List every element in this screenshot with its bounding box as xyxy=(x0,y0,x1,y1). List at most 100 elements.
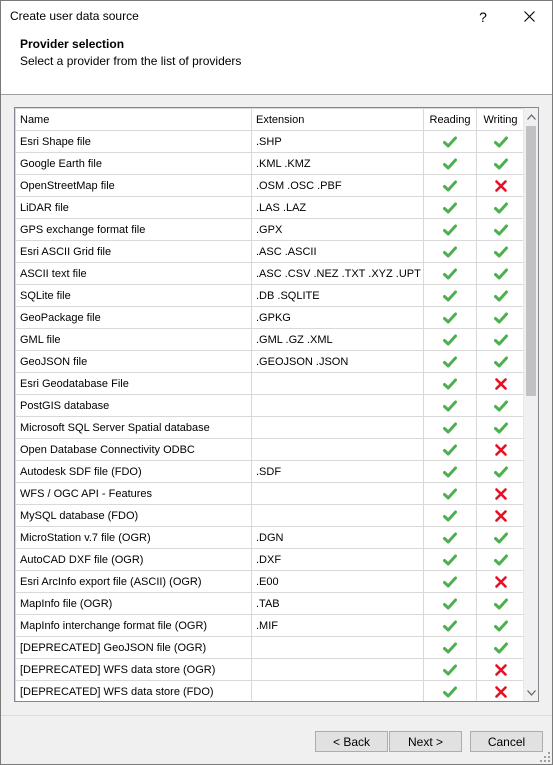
table-row[interactable]: Esri ASCII Grid file .ASC .ASCII xyxy=(15,240,525,263)
writing-check-icon xyxy=(493,619,508,632)
writing-cross-icon xyxy=(494,663,508,676)
scroll-up-arrow-icon[interactable] xyxy=(524,108,538,125)
provider-extension: .MIF xyxy=(251,614,424,637)
provider-name: PostGIS database xyxy=(15,394,252,417)
provider-name: AutoCAD DXF file (OGR) xyxy=(15,548,252,571)
table-row[interactable]: Esri Geodatabase File xyxy=(15,372,525,395)
writing-cell xyxy=(476,416,525,439)
provider-extension: .GEOJSON .JSON xyxy=(251,350,424,373)
reading-cell xyxy=(423,284,477,307)
back-button[interactable]: < Back xyxy=(315,731,388,752)
table-row[interactable]: GeoJSON file .GEOJSON .JSON xyxy=(15,350,525,373)
column-header-writing[interactable]: Writing xyxy=(476,108,525,131)
column-header-extension[interactable]: Extension xyxy=(251,108,424,131)
reading-cell xyxy=(423,350,477,373)
writing-cell xyxy=(476,482,525,505)
reading-cell xyxy=(423,680,477,701)
writing-check-icon xyxy=(493,399,508,412)
reading-check-icon xyxy=(443,465,457,478)
provider-name: ASCII text file xyxy=(15,262,252,285)
provider-name: GeoPackage file xyxy=(15,306,252,329)
reading-cell xyxy=(423,328,477,351)
writing-cell xyxy=(476,218,525,241)
writing-check-icon xyxy=(493,421,508,434)
writing-cell xyxy=(476,174,525,197)
reading-cell xyxy=(423,658,477,681)
reading-check-icon xyxy=(443,597,457,610)
table-row[interactable]: MapInfo file (OGR) .TAB xyxy=(15,592,525,615)
provider-extension xyxy=(251,394,424,417)
reading-check-icon xyxy=(443,443,457,456)
provider-name: Open Database Connectivity ODBC xyxy=(15,438,252,461)
provider-extension xyxy=(251,636,424,659)
writing-cross-icon xyxy=(494,377,508,390)
writing-cross-icon xyxy=(494,685,508,698)
table-row[interactable]: Esri Shape file .SHP xyxy=(15,130,525,153)
provider-extension: .GPKG xyxy=(251,306,424,329)
provider-extension: .GPX xyxy=(251,218,424,241)
table-row[interactable]: OpenStreetMap file .OSM .OSC .PBF xyxy=(15,174,525,197)
table-row[interactable]: GeoPackage file .GPKG xyxy=(15,306,525,329)
writing-cell xyxy=(476,130,525,153)
reading-check-icon xyxy=(443,399,457,412)
provider-extension: .GML .GZ .XML xyxy=(251,328,424,351)
footer-divider xyxy=(1,715,552,716)
reading-check-icon xyxy=(443,135,457,148)
writing-cell xyxy=(476,372,525,395)
reading-check-icon xyxy=(443,553,457,566)
writing-check-icon xyxy=(493,267,508,280)
provider-name: GML file xyxy=(15,328,252,351)
reading-cell xyxy=(423,130,477,153)
table-row[interactable]: AutoCAD DXF file (OGR) .DXF xyxy=(15,548,525,571)
next-button[interactable]: Next > xyxy=(389,731,462,752)
table-row[interactable]: LiDAR file .LAS .LAZ xyxy=(15,196,525,219)
writing-cell xyxy=(476,504,525,527)
vertical-scrollbar[interactable] xyxy=(523,108,538,701)
writing-cell xyxy=(476,592,525,615)
close-button[interactable] xyxy=(506,1,552,32)
table-row[interactable]: Open Database Connectivity ODBC xyxy=(15,438,525,461)
table-row[interactable]: WFS / OGC API - Features xyxy=(15,482,525,505)
table-row[interactable]: Esri ArcInfo export file (ASCII) (OGR) .E… xyxy=(15,570,525,593)
provider-name: SQLite file xyxy=(15,284,252,307)
column-header-reading[interactable]: Reading xyxy=(423,108,477,131)
table-row[interactable]: Microsoft SQL Server Spatial database xyxy=(15,416,525,439)
table-row[interactable]: PostGIS database xyxy=(15,394,525,417)
column-header-name[interactable]: Name xyxy=(15,108,252,131)
table-row[interactable]: Autodesk SDF file (FDO) .SDF xyxy=(15,460,525,483)
provider-grid[interactable]: Name Extension Reading Writing Esri Shap… xyxy=(14,107,539,702)
reading-check-icon xyxy=(443,179,457,192)
table-row[interactable]: [DEPRECATED] GeoJSON file (OGR) xyxy=(15,636,525,659)
table-row[interactable]: Google Earth file .KML .KMZ xyxy=(15,152,525,175)
resize-grip-icon[interactable] xyxy=(540,752,550,762)
table-row[interactable]: SQLite file .DB .SQLITE xyxy=(15,284,525,307)
reading-cell xyxy=(423,614,477,637)
help-button[interactable]: ? xyxy=(460,1,506,32)
table-header-row: Name Extension Reading Writing xyxy=(15,108,525,131)
writing-cross-icon xyxy=(494,179,508,192)
reading-check-icon xyxy=(443,421,457,434)
writing-cross-icon xyxy=(494,509,508,522)
provider-extension: .SDF xyxy=(251,460,424,483)
table-row[interactable]: GPS exchange format file .GPX xyxy=(15,218,525,241)
reading-cell xyxy=(423,240,477,263)
table-row[interactable]: MySQL database (FDO) xyxy=(15,504,525,527)
provider-name: [DEPRECATED] GeoJSON file (OGR) xyxy=(15,636,252,659)
table-row[interactable]: GML file .GML .GZ .XML xyxy=(15,328,525,351)
writing-check-icon xyxy=(493,355,508,368)
table-row[interactable]: [DEPRECATED] WFS data store (FDO) xyxy=(15,680,525,701)
scroll-thumb[interactable] xyxy=(526,126,536,396)
table-row[interactable]: MapInfo interchange format file (OGR) .MI… xyxy=(15,614,525,637)
reading-check-icon xyxy=(443,487,457,500)
cancel-button[interactable]: Cancel xyxy=(470,731,543,752)
close-icon xyxy=(523,11,535,22)
table-row[interactable]: [DEPRECATED] WFS data store (OGR) xyxy=(15,658,525,681)
reading-cell xyxy=(423,636,477,659)
reading-check-icon xyxy=(443,377,457,390)
table-row[interactable]: ASCII text file .ASC .CSV .NEZ .TXT .XYZ … xyxy=(15,262,525,285)
title-bar: Create user data source ? xyxy=(1,1,552,32)
scroll-down-arrow-icon[interactable] xyxy=(524,684,538,701)
reading-cell xyxy=(423,306,477,329)
table-row[interactable]: MicroStation v.7 file (OGR) .DGN xyxy=(15,526,525,549)
reading-cell xyxy=(423,438,477,461)
